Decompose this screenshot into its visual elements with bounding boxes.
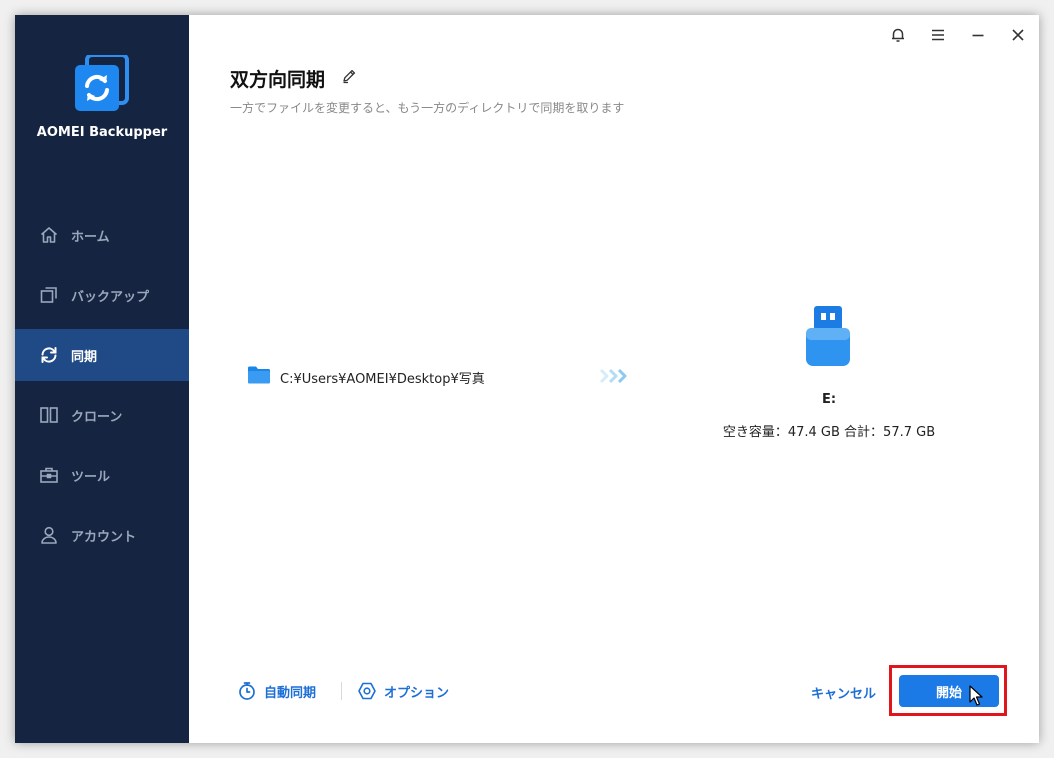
backup-icon: [39, 285, 59, 305]
app-logo-icon: [71, 53, 133, 117]
schedule-sync-button[interactable]: 自動同期: [237, 681, 316, 701]
destination-capacity: 空き容量：47.4 GB 合計：57.7 GB: [722, 425, 936, 440]
sidebar: AOMEI Backupper ホーム バックアップ 同期 クローン ツール ア…: [15, 15, 189, 743]
schedule-sync-label: 自動同期: [264, 685, 317, 701]
toolbox-icon: [39, 465, 59, 485]
close-icon[interactable]: [1007, 24, 1029, 46]
sidebar-item-label: バックアップ: [71, 289, 150, 305]
sidebar-item-clone[interactable]: クローン: [15, 389, 189, 441]
sidebar-item-label: クローン: [71, 409, 123, 425]
sidebar-item-backup[interactable]: バックアップ: [15, 269, 189, 321]
minimize-icon[interactable]: [967, 24, 989, 46]
stopwatch-icon: [237, 681, 257, 701]
footer-divider: [341, 682, 342, 700]
menu-icon[interactable]: [927, 24, 949, 46]
page-subtitle: 一方でファイルを変更すると、もう一方のディレクトリで同期を取ります: [230, 101, 625, 115]
folder-icon: [247, 365, 271, 389]
sync-icon: [39, 345, 59, 365]
start-button[interactable]: 開始: [899, 675, 999, 707]
sidebar-item-tools[interactable]: ツール: [15, 449, 189, 501]
options-label: オプション: [384, 685, 450, 701]
source-selector[interactable]: C:¥Users¥AOMEI¥Desktop¥写真: [247, 365, 485, 389]
app-window: AOMEI Backupper ホーム バックアップ 同期 クローン ツール ア…: [15, 15, 1039, 743]
sidebar-item-label: アカウント: [71, 529, 137, 545]
chevrons-right-icon: [599, 368, 633, 384]
sidebar-item-account[interactable]: アカウント: [15, 509, 189, 561]
main-panel: 双方向同期 一方でファイルを変更すると、もう一方のディレクトリで同期を取ります …: [189, 15, 1039, 743]
bell-icon[interactable]: [887, 24, 909, 46]
page-title: 双方向同期: [230, 69, 326, 91]
sidebar-item-label: 同期: [71, 349, 98, 365]
settings-icon: [357, 681, 377, 701]
sidebar-item-home[interactable]: ホーム: [15, 209, 189, 261]
cancel-button[interactable]: キャンセル: [811, 683, 876, 702]
usb-drive-icon[interactable]: [802, 304, 854, 368]
options-button[interactable]: オプション: [357, 681, 449, 701]
mouse-cursor-icon: [969, 685, 983, 707]
user-icon: [39, 525, 59, 545]
clone-icon: [39, 405, 59, 425]
source-path: C:¥Users¥AOMEI¥Desktop¥写真: [280, 371, 485, 387]
pencil-icon[interactable]: [341, 68, 357, 84]
destination-label: E:: [821, 392, 837, 407]
sidebar-item-sync[interactable]: 同期: [15, 329, 189, 381]
sidebar-item-label: ツール: [71, 469, 111, 485]
sidebar-item-label: ホーム: [71, 229, 110, 245]
home-icon: [39, 225, 59, 245]
app-name: AOMEI Backupper: [36, 125, 168, 140]
